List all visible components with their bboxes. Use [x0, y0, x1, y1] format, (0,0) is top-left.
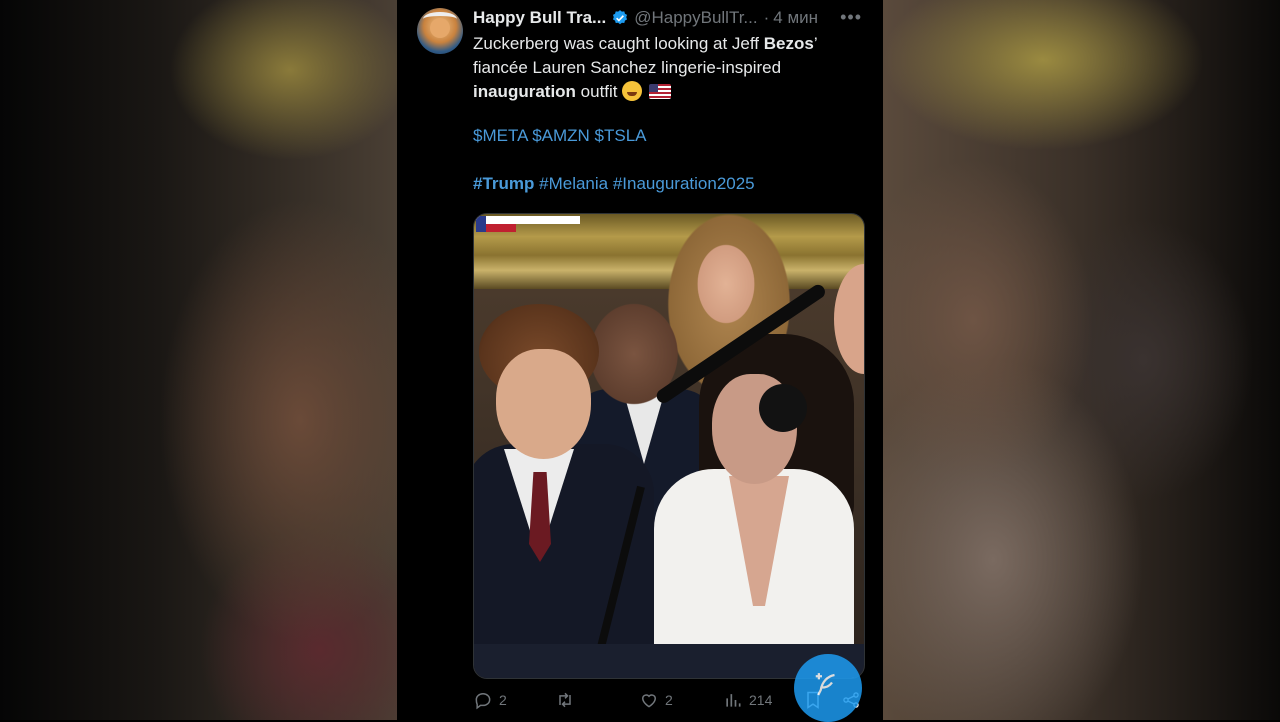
views-icon	[726, 694, 741, 707]
blurred-backdrop-right	[883, 0, 1280, 720]
reply-button[interactable]: 2	[473, 690, 507, 710]
tweet-line-2: fiancée Lauren Sanchez lingerie-inspired	[473, 58, 782, 77]
like-button[interactable]: 2	[639, 690, 673, 710]
compose-icon	[815, 673, 835, 696]
text-segment: Zuckerberg was caught looking at Jeff	[473, 34, 764, 53]
tweet-screen: Happy Bull Tra... @HappyBullTr... · 4 ми…	[397, 0, 883, 722]
views-count: 214	[749, 692, 773, 708]
retweet-button[interactable]	[555, 690, 581, 710]
broadcast-bar	[516, 216, 580, 224]
tweet-line-1: Zuckerberg was caught looking at Jeff Be…	[473, 32, 868, 56]
compose-button[interactable]	[794, 654, 862, 722]
like-count: 2	[665, 692, 673, 708]
tweet-header: Happy Bull Tra... @HappyBullTr... · 4 ми…	[473, 7, 868, 29]
tweet-line-3: inauguration outfit	[473, 80, 868, 104]
laughing-emoji-icon	[622, 81, 643, 101]
more-options-icon[interactable]: •••	[840, 7, 862, 28]
reply-icon	[475, 692, 491, 710]
text-segment: outfit	[575, 82, 618, 101]
broadcast-flag-logo	[476, 216, 516, 232]
views-button[interactable]: 214	[723, 690, 772, 710]
hashtag-list[interactable]: #Melania #Inauguration2025	[534, 174, 755, 193]
blurred-backdrop-left	[0, 0, 397, 720]
tweet-text: Zuckerberg was caught looking at Jeff Be…	[473, 32, 868, 104]
reply-count: 2	[499, 692, 507, 708]
cashtags[interactable]: $META $AMZN $TSLA	[473, 126, 647, 146]
us-flag-emoji-icon	[649, 84, 672, 99]
hashtags[interactable]: #Trump #Melania #Inauguration2025	[473, 174, 755, 194]
tweet-time[interactable]: 4 мин	[773, 8, 818, 28]
text-bold-inauguration: inauguration	[473, 82, 576, 101]
avatar-face	[430, 18, 450, 38]
separator-dot: ·	[763, 8, 770, 27]
text-bold-bezos: Bezos	[763, 34, 814, 53]
retweet-icon	[559, 692, 571, 708]
tweet-video-media[interactable]	[473, 213, 865, 679]
hashtag-trump[interactable]: #Trump	[473, 174, 534, 193]
thumbnail-face	[496, 349, 591, 459]
thumbnail-mic-head	[759, 384, 807, 432]
verified-badge-icon	[613, 10, 628, 25]
avatar[interactable]	[417, 8, 463, 54]
video-thumbnail	[474, 214, 864, 678]
author-handle[interactable]: @HappyBullTr...	[634, 8, 757, 28]
author-name[interactable]: Happy Bull Tra...	[473, 8, 606, 28]
text-segment: ’	[813, 34, 818, 53]
heart-icon	[641, 694, 657, 708]
